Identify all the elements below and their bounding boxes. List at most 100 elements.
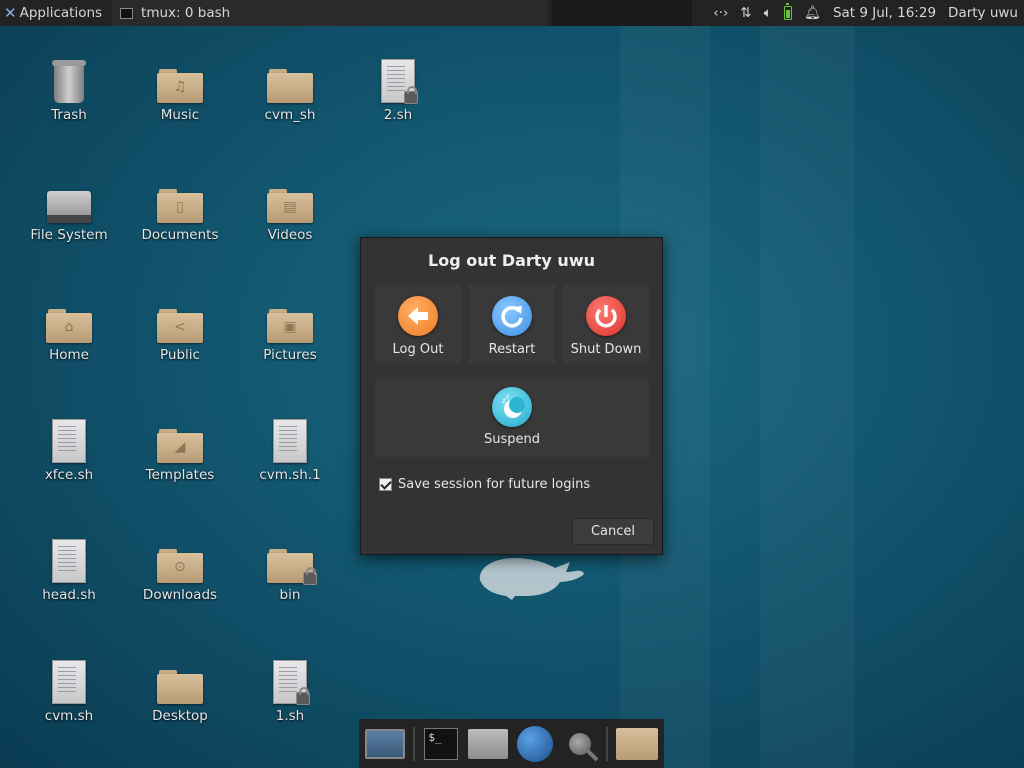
- log-out-button[interactable]: Log Out: [375, 284, 461, 364]
- script-file-icon: [52, 419, 86, 463]
- desktop-icon-cvm-sh-1[interactable]: cvm.sh.1: [240, 415, 340, 483]
- network-updown-icon[interactable]: ⇅: [740, 5, 751, 21]
- desktop-icon-templates[interactable]: ◢ Templates: [130, 415, 230, 483]
- wallpaper-band: [760, 0, 855, 768]
- desktop-icon-label: xfce.sh: [44, 467, 94, 483]
- desktop-icon-label: Templates: [145, 467, 215, 483]
- xfce-logo-icon: ✕: [4, 4, 17, 22]
- desktop-icon-label: Home: [49, 347, 89, 363]
- videos-folder-icon: ▤: [267, 189, 313, 223]
- desktop-icon-label: cvm_sh: [264, 107, 316, 123]
- desktop-icon-label: Videos: [267, 227, 313, 243]
- applications-label: Applications: [19, 5, 103, 21]
- suspend-label: Suspend: [483, 432, 540, 447]
- volume-icon[interactable]: 🔈︎: [764, 5, 772, 21]
- desktop-icon-videos[interactable]: ▤ Videos: [240, 175, 340, 243]
- network-arrows-icon[interactable]: ‹·›: [713, 5, 728, 21]
- script-file-icon: [52, 539, 86, 583]
- desktop-icon-label: cvm.sh.1: [259, 467, 321, 483]
- svg-text:z: z: [506, 393, 509, 400]
- show-desktop-button[interactable]: [365, 724, 405, 764]
- downloads-folder-icon: ⊙: [157, 549, 203, 583]
- terminal-launcher[interactable]: $_: [423, 724, 460, 764]
- clock[interactable]: Sat 9 Jul, 16:29: [833, 5, 936, 21]
- dock-separator: [606, 726, 608, 761]
- system-tray: ‹·› ⇅ 🔈︎ 🔔︎ Sat 9 Jul, 16:29 Darty uwu: [713, 0, 1024, 26]
- desktop-icon-label: Music: [160, 107, 200, 123]
- web-browser-launcher[interactable]: [516, 724, 553, 764]
- desktop-icon-2-sh[interactable]: 2.sh: [348, 55, 448, 123]
- dock-separator: [413, 726, 415, 761]
- top-panel: ✕ Applications tmux: 0 bash ‹·› ⇅ 🔈︎ 🔔︎ …: [0, 0, 1024, 26]
- desktop-icon-pictures[interactable]: ▣ Pictures: [240, 295, 340, 363]
- home-folder-icon: [467, 728, 508, 759]
- restart-label: Restart: [488, 342, 536, 357]
- moon-sleep-icon: zz: [492, 387, 532, 427]
- trash-icon: [52, 60, 86, 103]
- desktop-icon-xfce-sh[interactable]: xfce.sh: [19, 415, 119, 483]
- lock-icon: [404, 86, 418, 104]
- desktop-icon-label: 2.sh: [383, 107, 413, 123]
- desktop-icon-label: Pictures: [263, 347, 317, 363]
- desktop-icon-label: 1.sh: [275, 708, 305, 724]
- drive-icon: [47, 191, 91, 223]
- lock-icon: [296, 687, 310, 705]
- logout-dialog: Log out Darty uwu Log Out Restart Shut D…: [360, 237, 663, 555]
- lock-icon: [303, 567, 317, 585]
- desktop-icon-downloads[interactable]: ⊙ Downloads: [130, 535, 230, 603]
- script-file-icon: [52, 660, 86, 704]
- desktop-icon-documents[interactable]: ▯ Documents: [130, 175, 230, 243]
- restart-button[interactable]: Restart: [469, 284, 555, 364]
- documents-folder-icon: ▯: [157, 189, 203, 223]
- desktop-icon-trash[interactable]: Trash: [19, 55, 119, 123]
- battery-icon[interactable]: [783, 3, 792, 20]
- suspend-button[interactable]: zz Suspend: [375, 377, 649, 457]
- folder-launcher[interactable]: [616, 724, 658, 764]
- music-folder-icon: ♫: [157, 69, 203, 103]
- share-folder-icon: <: [157, 309, 203, 343]
- desktop-icon-desktop[interactable]: Desktop: [130, 656, 230, 724]
- folder-icon: [267, 69, 313, 103]
- log-out-arrow-icon: [398, 296, 438, 336]
- save-session-row[interactable]: Save session for future logins: [379, 477, 590, 492]
- bottom-dock: $_: [359, 719, 664, 768]
- home-folder-icon: ⌂: [46, 309, 92, 343]
- globe-icon: [516, 725, 553, 762]
- desktop-icon-bin[interactable]: bin: [240, 535, 340, 603]
- taskbar-window-button[interactable]: tmux: 0 bash: [112, 0, 549, 26]
- taskbar-window-label: tmux: 0 bash: [141, 5, 231, 21]
- show-desktop-icon: [365, 728, 405, 759]
- folder-icon: [616, 727, 658, 760]
- locked-folder-icon: [267, 549, 317, 585]
- desktop-icon-head-sh[interactable]: head.sh: [19, 535, 119, 603]
- xfce-mouse-wallpaper-icon: [479, 558, 584, 600]
- app-finder-launcher[interactable]: [561, 724, 598, 764]
- applications-menu-button[interactable]: ✕ Applications: [0, 0, 108, 26]
- pictures-folder-icon: ▣: [267, 309, 313, 343]
- save-session-label: Save session for future logins: [398, 477, 591, 492]
- save-session-checkbox[interactable]: [379, 478, 392, 491]
- workspace-switcher[interactable]: [552, 0, 693, 26]
- terminal-icon: $_: [424, 727, 459, 760]
- dialog-title: Log out Darty uwu: [428, 251, 595, 270]
- desktop-icon-cvm-sh-folder[interactable]: cvm_sh: [240, 55, 340, 123]
- desktop-icon-label: Downloads: [142, 587, 218, 603]
- log-out-label: Log Out: [392, 342, 444, 357]
- magnifier-icon: [568, 732, 591, 755]
- notification-bell-icon[interactable]: 🔔︎: [804, 5, 821, 21]
- desktop-icon-file-system[interactable]: File System: [19, 175, 119, 243]
- desktop-icon-home[interactable]: ⌂ Home: [19, 295, 119, 363]
- cancel-button[interactable]: Cancel: [572, 518, 654, 545]
- script-file-icon: [381, 59, 418, 104]
- desktop-icon-cvm-sh[interactable]: cvm.sh: [19, 656, 119, 724]
- user-menu[interactable]: Darty uwu: [948, 5, 1018, 21]
- shut-down-button[interactable]: Shut Down: [563, 284, 649, 364]
- home-folder-launcher[interactable]: [467, 724, 508, 764]
- restart-icon: [492, 296, 532, 336]
- terminal-icon: [120, 7, 134, 19]
- desktop-icon-music[interactable]: ♫ Music: [130, 55, 230, 123]
- desktop-icon-public[interactable]: < Public: [130, 295, 230, 363]
- desktop-icon-1-sh[interactable]: 1.sh: [240, 656, 340, 724]
- script-file-icon: [273, 419, 307, 463]
- shut-down-label: Shut Down: [570, 342, 642, 357]
